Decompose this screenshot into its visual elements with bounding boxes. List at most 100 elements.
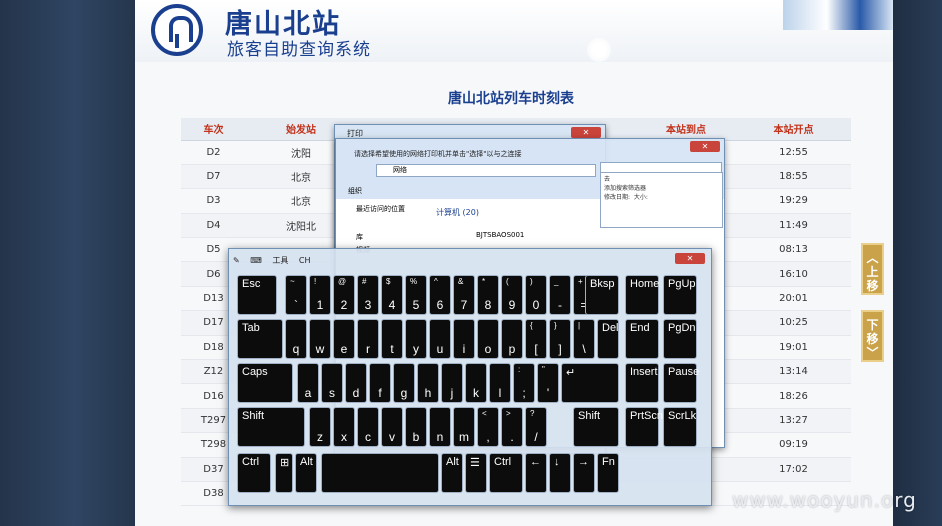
key-o[interactable]: o [477,319,499,359]
key-[[interactable]: {[ [525,319,547,359]
key-h[interactable]: h [417,363,439,403]
key-][interactable]: }] [549,319,571,359]
scroll-down-button[interactable]: 下移 ﹀ [861,310,884,362]
scroll-up-button[interactable]: ︿ 上移 [861,243,884,295]
key-7[interactable]: & 7 [453,275,475,315]
nav-item-library[interactable]: 库 [356,232,363,242]
key-label: / [534,430,538,444]
key-m[interactable]: m [453,407,475,447]
key-Shift[interactable]: Shift [573,407,619,447]
key-PgDn[interactable]: PgDn [663,319,697,359]
key-0[interactable]: ) 0 [525,275,547,315]
key-key[interactable] [321,453,439,493]
key-2[interactable]: @2 [333,275,355,315]
key-↓[interactable]: ↓ [549,453,571,493]
cell-train: D7 [181,164,246,190]
key-k[interactable]: k [465,363,487,403]
organize-menu[interactable]: 组织 [348,186,362,196]
key-Ctrl[interactable]: Ctrl [237,453,271,493]
key-label: Insert [630,366,658,378]
key-u[interactable]: u [429,319,451,359]
key-End[interactable]: End [625,319,659,359]
key-/[interactable]: ? / [525,407,547,447]
key-v[interactable]: v [381,407,403,447]
key-Bksp[interactable]: Bksp [585,275,619,315]
key-q[interactable]: q [285,319,307,359]
key-shift-label: % [410,277,418,286]
key-`[interactable]: ~ ` [285,275,307,315]
tools-menu[interactable]: 工具 [272,256,288,265]
nav-item-recent[interactable]: 最近访问的位置 [356,204,405,214]
key-label: ☰ [470,457,480,469]
key-c[interactable]: c [357,407,379,447]
key-l[interactable]: l [489,363,511,403]
key-Ctrl[interactable]: Ctrl [489,453,523,493]
key-3[interactable]: #3 [357,275,379,315]
key-i[interactable]: i [453,319,475,359]
key-6[interactable]: ^ 6 [429,275,451,315]
key-Alt[interactable]: Alt [441,453,463,493]
key-←[interactable]: ← [525,453,547,493]
on-screen-keyboard[interactable]: ✎ ⌨ 工具 CH ✕ Esc ~ `! 1 @2 #3 $4% 5 ^ 6 & 7 * 8(9) 0 _ - +… [228,248,712,506]
key-Esc[interactable]: Esc [237,275,277,315]
key-Home[interactable]: Home [625,275,659,315]
key-e[interactable]: e [333,319,355,359]
keyboard-icon[interactable]: ⌨ [250,256,262,265]
key-a[interactable]: a [297,363,319,403]
schedule-title: 唐山北站列车时刻表 [448,91,574,107]
key-x[interactable]: x [333,407,355,447]
key-Del[interactable]: Del [597,319,619,359]
key-b[interactable]: b [405,407,427,447]
key-p[interactable]: p [501,319,523,359]
key-w[interactable]: w [309,319,331,359]
key-4[interactable]: $4 [381,275,403,315]
key-label: Bksp [590,278,615,290]
close-icon[interactable]: ✕ [571,127,601,138]
key-z[interactable]: z [309,407,331,447]
key-f[interactable]: f [369,363,391,403]
key-n[interactable]: n [429,407,451,447]
key-'[interactable]: " ' [537,363,559,403]
key-Insert[interactable]: Insert [625,363,659,403]
key-j[interactable]: j [441,363,463,403]
language-menu[interactable]: CH [299,256,311,265]
key-s[interactable]: s [321,363,343,403]
key-,[interactable]: <, [477,407,499,447]
key-☰[interactable]: ☰ [465,453,487,493]
key-↵[interactable]: ↵ [561,363,619,403]
key-g[interactable]: g [393,363,415,403]
key-PrtScn[interactable]: PrtScn [625,407,663,447]
key-t[interactable]: t [381,319,403,359]
search-filter-dropdown[interactable]: 去 添加搜索筛选器 修改日期: 大小: [600,172,723,228]
key-→[interactable]: → [573,453,595,493]
close-icon[interactable]: ✕ [690,141,720,152]
key-⊞[interactable]: ⊞ [275,453,293,493]
key-.[interactable]: >. [501,407,523,447]
dropdown-line: 修改日期: 大小: [604,194,648,201]
computer-item[interactable]: BJTSBAOS001 [476,231,524,239]
key-Tab[interactable]: Tab [237,319,283,359]
key-Pause[interactable]: Pause [663,363,699,403]
key-1[interactable]: ! 1 [309,275,331,315]
key-9[interactable]: (9 [501,275,523,315]
cell-depart: 13:14 [736,359,851,385]
key-PgUp[interactable]: PgUp [663,275,697,315]
dropdown-line[interactable]: 添加搜索筛选器 [604,184,719,193]
key-\[interactable]: | \ [573,319,595,359]
key-8[interactable]: * 8 [477,275,499,315]
key--[interactable]: _ - [549,275,571,315]
address-bar[interactable]: 网络 [376,164,596,177]
key-5[interactable]: % 5 [405,275,427,315]
key-ScrLk[interactable]: ScrLk [663,407,697,447]
key-;[interactable]: :; [513,363,535,403]
key-Shift[interactable]: Shift [237,407,305,447]
key-Alt[interactable]: Alt [295,453,317,493]
key-Fn[interactable]: Fn [597,453,619,493]
key-y[interactable]: y [405,319,427,359]
close-icon[interactable]: ✕ [675,253,705,264]
pen-icon[interactable]: ✎ [233,256,240,265]
key-Caps[interactable]: Caps [237,363,293,403]
key-r[interactable]: r [357,319,379,359]
key-shift-label: ^ [434,277,438,286]
key-d[interactable]: d [345,363,367,403]
